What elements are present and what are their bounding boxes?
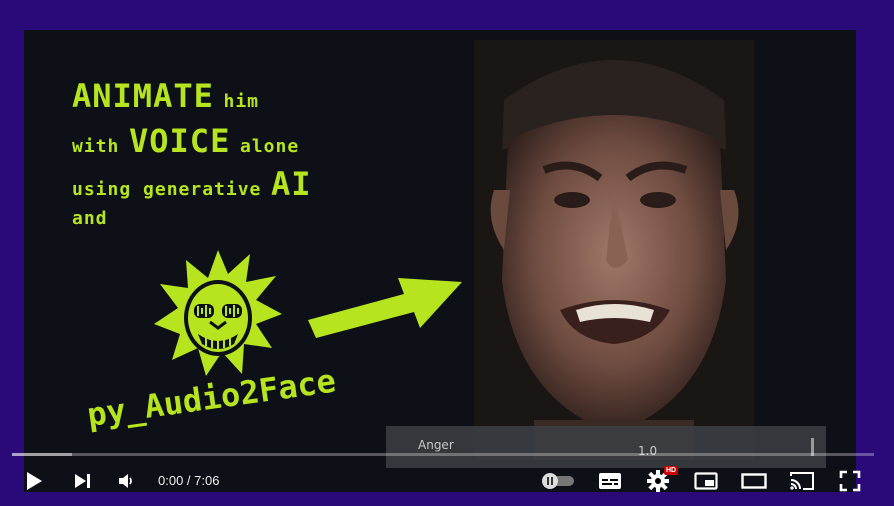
headline-animate: ANIMATE <box>72 77 214 115</box>
headline-him: him <box>223 91 260 112</box>
character-face <box>464 40 764 460</box>
headline-voice: VOICE <box>129 122 231 160</box>
hd-badge: HD <box>664 466 679 475</box>
autoplay-toggle[interactable] <box>538 460 578 502</box>
play-icon <box>25 471 43 491</box>
next-icon <box>73 472 91 490</box>
video-frame: ANIMATE him with VOICE alone using gener… <box>0 0 894 506</box>
emotion-label: Anger <box>418 438 454 452</box>
rick-logo-icon <box>152 248 284 380</box>
progress-bar[interactable] <box>12 453 874 456</box>
next-button[interactable] <box>68 460 96 502</box>
cast-button[interactable] <box>786 460 818 502</box>
headline-alone: alone <box>239 136 300 157</box>
cast-icon <box>789 471 815 491</box>
fullscreen-icon <box>839 470 861 492</box>
headline-ai: AI <box>271 165 312 203</box>
theater-icon <box>741 473 767 489</box>
headline-and: and <box>72 208 108 229</box>
video-player[interactable]: ANIMATE him with VOICE alone using gener… <box>0 0 894 506</box>
autoplay-toggle-icon <box>540 472 576 490</box>
subtitles-icon <box>598 472 622 490</box>
theater-button[interactable] <box>738 460 770 502</box>
fullscreen-button[interactable] <box>834 460 866 502</box>
subtitles-button[interactable] <box>594 460 626 502</box>
headline-with: with <box>72 136 120 157</box>
arrow-icon <box>304 268 464 338</box>
play-button[interactable] <box>20 460 48 502</box>
video-thumbnail[interactable]: ANIMATE him with VOICE alone using gener… <box>24 30 856 492</box>
volume-button[interactable] <box>112 460 140 502</box>
headline-using: using generative <box>72 179 262 200</box>
progress-buffered <box>12 453 72 456</box>
player-controls: 0:00 / 7:06 HD <box>0 460 894 506</box>
time-display: 0:00 / 7:06 <box>158 473 220 488</box>
volume-icon <box>117 472 135 490</box>
miniplayer-button[interactable] <box>690 460 722 502</box>
miniplayer-icon <box>694 472 718 490</box>
